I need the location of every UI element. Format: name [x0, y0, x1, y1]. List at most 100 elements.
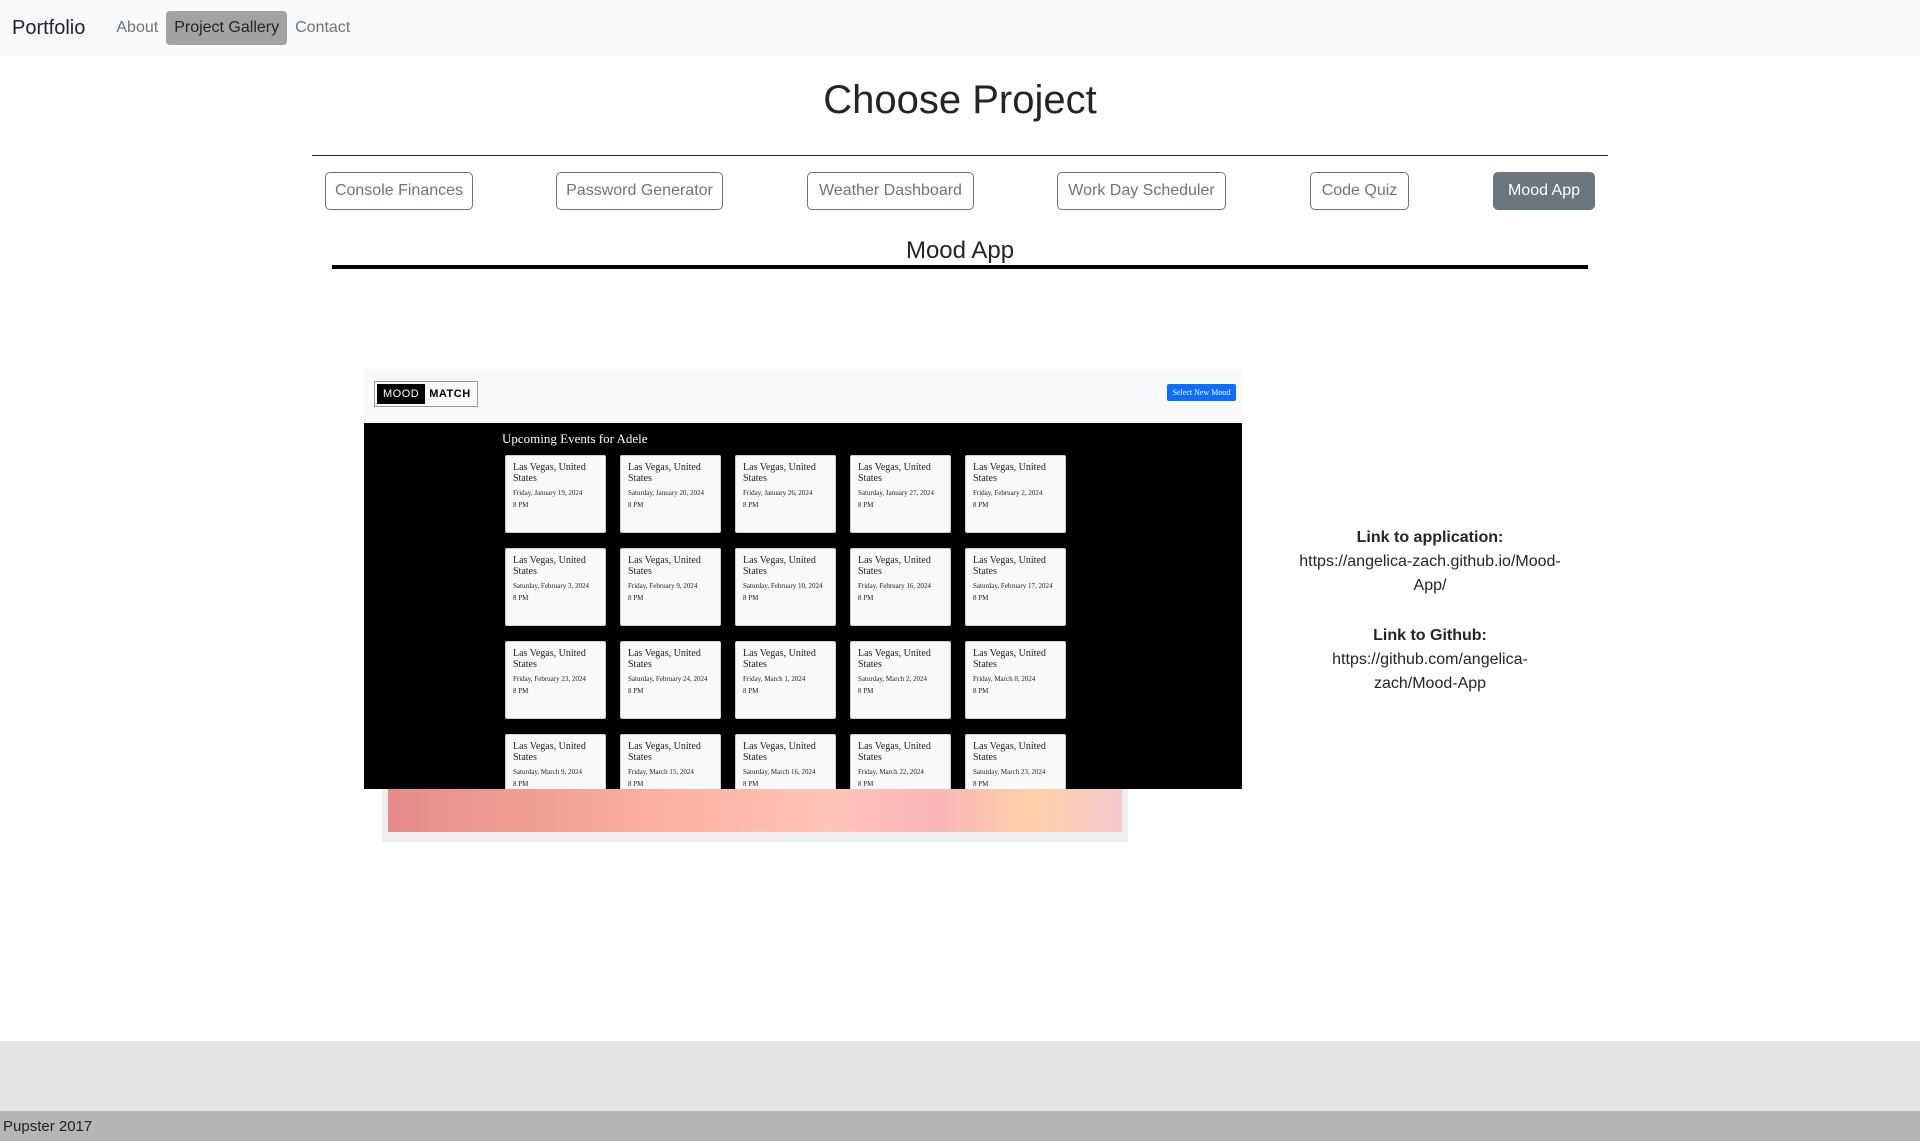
preview-event-time: 8 PM: [858, 501, 874, 509]
nav-link-contact[interactable]: Contact: [287, 11, 358, 45]
preview-event-card: Las Vegas, United States Saturday, March …: [735, 734, 836, 789]
project-button-code-quiz[interactable]: Code Quiz: [1310, 172, 1409, 210]
preview-event-date: Saturday, March 23, 2024: [973, 768, 1046, 776]
preview-event-card: Las Vegas, United States Saturday, March …: [965, 734, 1066, 789]
preview-event-grid: Las Vegas, United States Friday, January …: [505, 455, 1085, 789]
github-link-line-1: https://github.com/angelica-: [1332, 651, 1528, 668]
preview-event-card: Las Vegas, United States Saturday, Februa…: [965, 548, 1066, 626]
app-link-label: Link to application:: [1356, 529, 1504, 546]
preview-event-card: Las Vegas, United States Saturday, Februa…: [620, 641, 721, 719]
nav-link-project-gallery[interactable]: Project Gallery: [166, 11, 288, 45]
preview-event-card: Las Vegas, United States Saturday, Februa…: [735, 548, 836, 626]
preview-event-location: Las Vegas, United States: [513, 555, 586, 577]
preview-event-time: 8 PM: [628, 594, 644, 602]
preview-event-time: 8 PM: [743, 501, 759, 509]
preview-event-location: Las Vegas, United States: [628, 555, 701, 577]
preview-event-date: Friday, March 15, 2024: [628, 768, 694, 776]
preview-event-location: Las Vegas, United States: [858, 648, 931, 670]
preview-event-card: Las Vegas, United States Friday, January …: [735, 455, 836, 533]
preview-event-time: 8 PM: [973, 687, 989, 695]
preview-event-time: 8 PM: [973, 501, 989, 509]
preview-app-logo: MOOD MATCH: [374, 381, 478, 407]
preview-events-title: Upcoming Events for Adele: [502, 431, 648, 446]
preview-app-header: MOOD MATCH Select New Mood: [364, 369, 1242, 423]
preview-logo-mood: MOOD: [377, 384, 426, 404]
preview-event-date: Saturday, January 20, 2024: [628, 489, 704, 497]
project-button-mood-app[interactable]: Mood App: [1493, 172, 1595, 210]
selected-project-title: Mood App: [905, 237, 1015, 264]
preview-event-card: Las Vegas, United States Saturday, Januar…: [850, 455, 951, 533]
navbar: Portfolio About Project Gallery Contact: [0, 0, 1920, 56]
preview-event-card: Las Vegas, United States Friday, March 15…: [620, 734, 721, 789]
preview-event-time: 8 PM: [743, 687, 759, 695]
preview-event-time: 8 PM: [513, 594, 529, 602]
preview-event-date: Friday, January 19, 2024: [513, 489, 583, 497]
preview-event-time: 8 PM: [858, 780, 874, 788]
preview-event-date: Friday, March 8, 2024: [973, 675, 1036, 683]
preview-event-location: Las Vegas, United States: [513, 648, 586, 670]
project-button-password-generator[interactable]: Password Generator: [556, 172, 723, 210]
project-screenshot: MOOD MATCH Select New Mood Upcoming Even…: [364, 369, 1242, 789]
preview-event-date: Friday, February 16, 2024: [858, 582, 931, 590]
preview-event-card: Las Vegas, United States Friday, January …: [505, 455, 606, 533]
app-link-line-2: App/: [1413, 577, 1447, 594]
preview-event-date: Saturday, March 16, 2024: [743, 768, 816, 776]
preview-event-location: Las Vegas, United States: [628, 648, 701, 670]
preview-event-location: Las Vegas, United States: [628, 741, 701, 763]
preview-event-date: Friday, February 2, 2024: [973, 489, 1043, 497]
preview-event-time: 8 PM: [743, 594, 759, 602]
preview-event-location: Las Vegas, United States: [743, 555, 816, 577]
github-link[interactable]: https://github.com/angelica- zach/Mood-A…: [1332, 651, 1528, 692]
preview-event-card: Las Vegas, United States Friday, March 22…: [850, 734, 951, 789]
preview-event-time: 8 PM: [628, 780, 644, 788]
preview-event-card: Las Vegas, United States Saturday, Januar…: [620, 455, 721, 533]
preview-event-location: Las Vegas, United States: [858, 462, 931, 484]
preview-event-date: Friday, February 23, 2024: [513, 675, 586, 683]
preview-event-card: Las Vegas, United States Friday, February…: [505, 641, 606, 719]
preview-event-date: Friday, January 26, 2024: [743, 489, 813, 497]
preview-event-date: Saturday, February 17, 2024: [973, 582, 1053, 590]
preview-event-date: Saturday, February 24, 2024: [628, 675, 708, 683]
preview-event-card: Las Vegas, United States Friday, February…: [620, 548, 721, 626]
preview-logo-match: MATCH: [429, 388, 471, 400]
preview-event-location: Las Vegas, United States: [743, 462, 816, 484]
preview-event-time: 8 PM: [513, 780, 529, 788]
preview-event-location: Las Vegas, United States: [858, 741, 931, 763]
app-link[interactable]: https://angelica-zach.github.io/Mood- Ap…: [1299, 553, 1560, 594]
preview-gradient-strip: [388, 788, 1122, 832]
preview-event-location: Las Vegas, United States: [858, 555, 931, 577]
preview-event-date: Saturday, March 9, 2024: [513, 768, 582, 776]
preview-event-card: Las Vegas, United States Friday, February…: [965, 455, 1066, 533]
preview-event-time: 8 PM: [743, 780, 759, 788]
preview-event-location: Las Vegas, United States: [973, 555, 1046, 577]
project-links: Link to application: https://angelica-za…: [1290, 526, 1570, 696]
preview-event-location: Las Vegas, United States: [973, 648, 1046, 670]
preview-event-card: Las Vegas, United States Friday, February…: [850, 548, 951, 626]
preview-event-date: Saturday, February 3, 2024: [513, 582, 589, 590]
footer-band: [0, 1041, 1920, 1111]
preview-event-location: Las Vegas, United States: [743, 741, 816, 763]
project-button-weather-dashboard[interactable]: Weather Dashboard: [807, 172, 974, 210]
preview-event-time: 8 PM: [973, 780, 989, 788]
preview-event-date: Saturday, February 10, 2024: [743, 582, 823, 590]
nav-link-about[interactable]: About: [108, 11, 166, 45]
footer: Pupster 2017: [0, 1111, 1920, 1141]
preview-event-location: Las Vegas, United States: [628, 462, 701, 484]
title-divider: [312, 155, 1608, 156]
preview-event-location: Las Vegas, United States: [973, 462, 1046, 484]
app-link-line-1: https://angelica-zach.github.io/Mood-: [1299, 553, 1561, 570]
preview-event-date: Saturday, January 27, 2024: [858, 489, 934, 497]
project-button-work-day-scheduler[interactable]: Work Day Scheduler: [1057, 172, 1226, 210]
preview-event-date: Saturday, March 2, 2024: [858, 675, 927, 683]
preview-event-card: Las Vegas, United States Saturday, Februa…: [505, 548, 606, 626]
navbar-brand[interactable]: Portfolio: [12, 17, 85, 40]
selected-project-divider: [332, 265, 1588, 269]
preview-event-time: 8 PM: [973, 594, 989, 602]
preview-event-time: 8 PM: [513, 501, 529, 509]
preview-event-card: Las Vegas, United States Friday, March 8,…: [965, 641, 1066, 719]
project-button-console-finances[interactable]: Console Finances: [325, 172, 473, 210]
preview-event-time: 8 PM: [513, 687, 529, 695]
preview-event-card: Las Vegas, United States Friday, March 1,…: [735, 641, 836, 719]
preview-event-time: 8 PM: [628, 687, 644, 695]
preview-event-date: Friday, March 22, 2024: [858, 768, 924, 776]
